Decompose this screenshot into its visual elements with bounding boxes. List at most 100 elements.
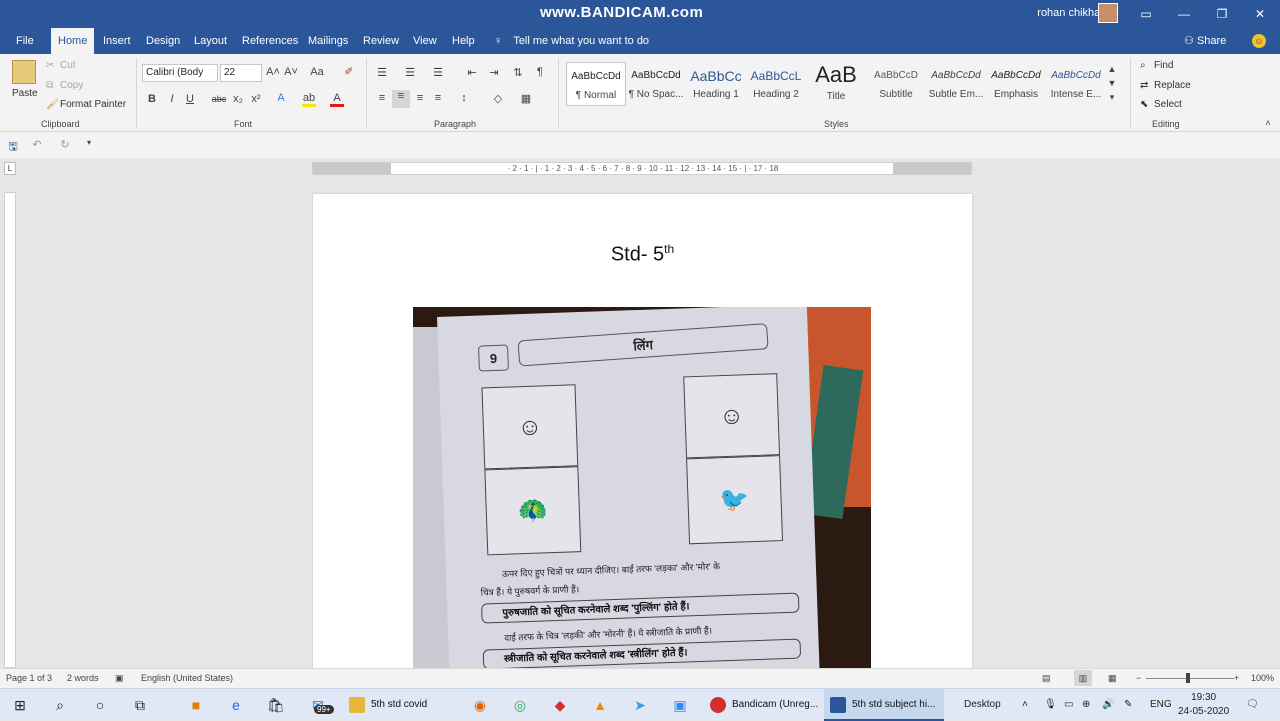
desktop-toolbar[interactable]: Desktop [964,689,1001,721]
clear-formatting-icon[interactable]: ✐ [342,65,356,78]
taskbar-app-word[interactable]: 5th std subject hi... [824,689,944,721]
tab-references[interactable]: References [235,28,305,54]
minimize-button[interactable]: — [1166,0,1202,28]
shading-icon[interactable]: ◇ [490,92,506,105]
bold-button[interactable]: B [146,93,158,105]
tray-overflow-icon[interactable]: ˄ [1022,689,1028,721]
find-button[interactable]: Find [1154,60,1173,71]
styles-scroll-icon[interactable]: ▲ ▼ ▾ [1106,62,1118,106]
style-intense-emphasis[interactable]: AaBbCcDd Intense E... [1046,62,1106,106]
firefox-icon[interactable]: ◉ [460,693,500,717]
task-view-icon[interactable]: ⧉ [120,693,160,717]
tab-view[interactable]: View [406,28,444,54]
network-icon[interactable]: ⊕ [1082,689,1090,721]
align-left-icon[interactable]: ≡ [374,92,390,104]
sublime-icon[interactable]: ■ [176,693,216,717]
customize-qat-icon[interactable]: ▾ [84,138,94,147]
collapse-ribbon-icon[interactable]: ˄ [1262,118,1274,128]
numbering-icon[interactable]: ☰ [402,66,418,79]
anydesk-icon[interactable]: ◆ [540,693,580,717]
taskbar-app-explorer[interactable]: 5th std covid [343,689,463,721]
style-normal[interactable]: AaBbCcDd ¶ Normal [566,62,626,106]
paste-icon[interactable] [12,60,36,84]
tab-help[interactable]: Help [445,28,482,54]
proofing-icon[interactable]: ▣ [115,673,124,684]
style-heading-2[interactable]: AaBbCcL Heading 2 [746,62,806,106]
line-spacing-icon[interactable]: ↕ [456,92,472,104]
increase-indent-icon[interactable]: ⇥ [486,66,502,79]
page-count[interactable]: Page 1 of 3 [6,673,52,683]
font-color-icon[interactable]: A [330,92,344,107]
font-name-dropdown[interactable]: Calibri (Body [142,64,218,82]
word-count[interactable]: 2 words [67,673,99,683]
tab-review[interactable]: Review [356,28,406,54]
chrome-icon[interactable]: ◎ [500,693,540,717]
borders-icon[interactable]: ▦ [518,92,534,105]
language-indicator[interactable]: ENG [1150,689,1172,721]
cortana-icon[interactable]: ○ [80,693,120,717]
edge-icon[interactable]: e [216,693,256,717]
system-clock[interactable]: 19:30 24-05-2020 [1178,691,1229,719]
restore-button[interactable]: ❐ [1204,0,1240,28]
style-subtitle[interactable]: AaBbCcD Subtitle [866,62,926,106]
pen-icon[interactable]: ✎ [1124,689,1132,721]
read-mode-icon[interactable]: ▤ [1042,673,1051,684]
telegram-icon[interactable]: ➤ [620,693,660,717]
battery-icon[interactable]: ▭ [1064,689,1073,721]
action-center-icon[interactable]: 🗨 [1246,689,1259,721]
style-emphasis[interactable]: AaBbCcDd Emphasis [986,62,1046,106]
justify-icon[interactable]: ≡ [430,92,446,104]
multilevel-list-icon[interactable]: ☰ [430,66,446,79]
select-button[interactable]: Select [1154,99,1182,110]
tab-mailings[interactable]: Mailings [301,28,355,54]
bullets-icon[interactable]: ☰ [374,66,390,79]
save-icon[interactable]: 🖫 [6,138,20,157]
style-title[interactable]: AaB Title [806,62,866,106]
windows-start-icon[interactable]: ⊞ [0,693,40,717]
zoom-slider-thumb[interactable] [1186,673,1190,683]
microphone-icon[interactable]: 🎙 [1044,689,1057,721]
sort-icon[interactable]: ⇅ [510,66,526,79]
zoom-out-icon[interactable]: − [1136,673,1141,683]
style-subtle-emphasis[interactable]: AaBbCcDd Subtle Em... [926,62,986,106]
decrease-indent-icon[interactable]: ⇤ [464,66,480,79]
print-layout-icon[interactable]: ▥ [1074,670,1092,686]
vertical-ruler[interactable] [4,192,16,668]
change-case-button[interactable]: Aa [308,66,326,78]
text-effects-icon[interactable]: A [274,92,288,104]
replace-button[interactable]: Replace [1154,80,1191,91]
subscript-button[interactable]: x₂ [231,93,245,105]
show-formatting-button[interactable]: ¶ [532,66,548,78]
zoom-in-icon[interactable]: + [1234,673,1239,683]
font-size-dropdown[interactable]: 22 [220,64,262,82]
vlc-icon[interactable]: ▲ [580,693,620,717]
copy-button[interactable]: Copy [60,80,83,91]
cut-button[interactable]: Cut [60,60,76,71]
volume-icon[interactable]: 🔊 [1102,689,1114,721]
taskbar-app-bandicam[interactable]: Bandicam (Unreg... [704,689,822,721]
document-page[interactable]: Std- 5th 9 लिंग ☺ 🦚 ☺ 🐦 ऊपर दिए हुए चित्… [313,194,972,668]
undo-icon[interactable]: ↶ [30,138,44,151]
share-button[interactable]: ⚇ Share [1184,28,1226,54]
web-layout-icon[interactable]: ▦ [1108,673,1117,684]
style-heading-1[interactable]: AaBbCc Heading 1 [686,62,746,106]
store-icon[interactable]: 🛍 [256,693,296,717]
zoom-level[interactable]: 100% [1251,673,1274,683]
feedback-smiley-icon[interactable]: ☺ [1252,34,1266,48]
tell-me-search[interactable]: ♀ Tell me what you want to do [494,28,649,54]
horizontal-ruler[interactable]: · 2 · 1 · | · 1 · 2 · 3 · 4 · 5 · 6 · 7 … [312,162,972,175]
underline-button[interactable]: U [184,93,196,105]
ribbon-display-options-button[interactable]: ▭ [1128,0,1164,28]
tab-selector-icon[interactable]: L [4,162,16,175]
grow-font-icon[interactable]: A˄ [266,66,280,78]
strikethrough-button[interactable]: abc [210,94,228,104]
tab-layout[interactable]: Layout [187,28,234,54]
language-status[interactable]: English (United States) [141,673,233,683]
tab-insert[interactable]: Insert [96,28,138,54]
zoom-slider[interactable] [1146,678,1234,679]
document-heading[interactable]: Std- 5th [313,242,972,267]
paste-button[interactable]: Paste [12,88,38,99]
user-avatar[interactable] [1098,3,1118,23]
redo-icon[interactable]: ↻ [58,138,72,151]
tab-home[interactable]: Home [51,28,95,54]
